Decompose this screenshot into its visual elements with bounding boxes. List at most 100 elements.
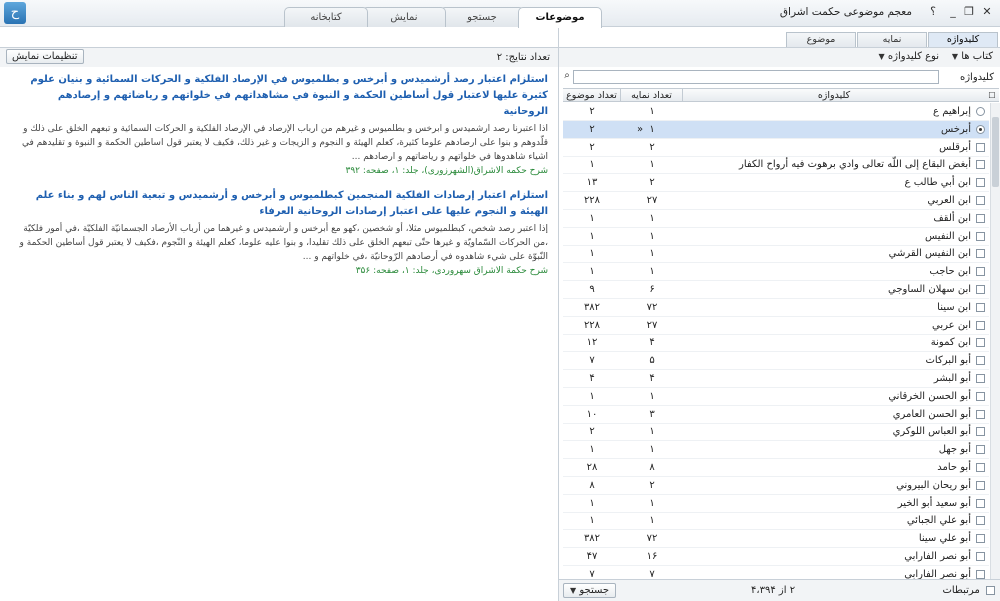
- row-checkbox[interactable]: [976, 391, 985, 401]
- topic-count-cell: ۳۸۲: [583, 301, 601, 313]
- table-row[interactable]: ۸ ۲ أبو ريحان البيروني: [563, 477, 989, 495]
- table-row[interactable]: ۳۸۲ ۷۲ ابن سينا: [563, 299, 989, 317]
- table-row[interactable]: ۴ ۴ أبو البشر: [563, 370, 989, 388]
- row-checkbox[interactable]: [976, 249, 985, 259]
- main-tab[interactable]: جستجو: [440, 7, 524, 27]
- help-icon[interactable]: ؟: [926, 5, 940, 21]
- topic-count-cell: ۱: [589, 248, 595, 260]
- books-label: کتاب ها: [961, 51, 993, 62]
- search-button[interactable]: ▼ جستجو: [563, 583, 617, 598]
- row-checkbox[interactable]: [976, 196, 985, 205]
- keyword-cell: أبو البشر: [933, 373, 971, 384]
- main-tab[interactable]: نمایش: [362, 7, 446, 27]
- row-radio[interactable]: [976, 107, 985, 116]
- keyword-cell: ابن حاجب: [929, 266, 971, 278]
- table-row[interactable]: ۲۸ ۸ أبو حامد: [563, 459, 989, 477]
- row-checkbox[interactable]: [976, 463, 985, 472]
- keyword-cell: أبو جهل: [938, 444, 971, 456]
- table-row[interactable]: ۲ ۱ أبرخس»: [563, 120, 989, 139]
- results-header: [0, 47, 558, 67]
- table-row[interactable]: ۷ ۵ أبو البركات: [563, 352, 989, 371]
- row-checkbox[interactable]: [976, 409, 985, 419]
- row-checkbox[interactable]: [976, 445, 985, 455]
- table-row[interactable]: ۲۲۸ ۲۷ ابن عربي: [563, 317, 989, 335]
- table-row[interactable]: ۱ ۱ أبو سعيد أبو الخير: [563, 495, 989, 513]
- topic-count-cell: ۱: [589, 230, 595, 242]
- expand-arrow-icon[interactable]: »: [637, 121, 643, 139]
- table-row[interactable]: ۱ ۱ ابن ألقف: [563, 210, 989, 228]
- row-checkbox[interactable]: [976, 480, 985, 490]
- topic-count-cell: ۲: [589, 123, 595, 135]
- minimize-button[interactable]: _: [946, 4, 960, 20]
- row-checkbox[interactable]: [976, 374, 985, 383]
- table-row[interactable]: ۲ ۱ إبراهيم ع: [563, 103, 989, 121]
- vertical-scrollbar[interactable]: [990, 103, 1000, 581]
- row-checkbox[interactable]: [976, 285, 985, 294]
- table-row[interactable]: ۱ ۱ أبغض البقاع إلى اللّه تعالی وادي برهوت…: [563, 156, 989, 175]
- topic-count-cell: ۹: [589, 284, 595, 295]
- topic-count-cell: ۱: [589, 515, 595, 527]
- sub-tab[interactable]: کلیدواژه: [928, 32, 998, 47]
- table-row[interactable]: ۲۲۸ ۲۷ ابن العربي: [563, 192, 989, 210]
- main-tab[interactable]: موضوعات: [518, 7, 602, 28]
- row-radio[interactable]: [976, 124, 985, 134]
- keyword-cell: ابن سينا: [937, 301, 971, 313]
- row-checkbox[interactable]: [976, 534, 985, 544]
- row-checkbox[interactable]: [976, 267, 985, 277]
- table-row[interactable]: ۱ ۱ أبو علي الجبائي: [563, 512, 989, 531]
- row-checkbox[interactable]: [976, 498, 985, 508]
- col-index-count[interactable]: تعداد نمایه: [621, 89, 683, 102]
- row-checkbox[interactable]: [976, 552, 985, 561]
- result-title[interactable]: استلزام اعتبار إرصادات الفلكية المنجمين …: [10, 188, 548, 220]
- row-checkbox[interactable]: [976, 569, 985, 579]
- keyword-panel: موضوع نمایه کلیدواژه کتاب ها ▼ نوع کلیدواژ…: [558, 27, 1000, 601]
- related-checkbox[interactable]: مرتبطات: [942, 585, 995, 596]
- result-source[interactable]: شرح حکمة الاشراق سهروردی، جلد: ۱، صفحه: …: [10, 264, 548, 278]
- table-row[interactable]: ۹ ۶ ابن سهلان الساوجي: [563, 281, 989, 299]
- result-source[interactable]: شرح حکمه الاشراق(الشهرزوری)، جلد: ۱، صفح…: [10, 164, 549, 178]
- table-row[interactable]: ۱۲ ۴ ابن كمونة: [563, 334, 989, 353]
- table-row[interactable]: ۱ ۱ ابن النفيس: [563, 228, 989, 246]
- keyword-cell: أبرقلس: [939, 141, 971, 153]
- row-checkbox[interactable]: [976, 231, 985, 241]
- table-row[interactable]: ۱۳ ۲ ابن أبي طالب ع: [563, 174, 989, 193]
- chevron-down-icon: ▼: [951, 52, 959, 61]
- result-title[interactable]: استلزام اعتبار رصد أرشميدس و أبرخس و بطل…: [10, 72, 548, 120]
- keyword-type-dropdown[interactable]: نوع کلیدواژه ▼: [879, 51, 939, 62]
- table-row[interactable]: ۳۸۲ ۷۲ أبو علي سينا: [563, 530, 989, 549]
- col-topic-count[interactable]: تعداد موضوع: [563, 89, 621, 102]
- keyword-search-input[interactable]: [573, 70, 939, 84]
- table-row[interactable]: ۱۰ ۳ أبو الحسن العامري: [563, 406, 989, 424]
- row-checkbox[interactable]: [976, 338, 985, 348]
- row-checkbox[interactable]: [976, 160, 985, 170]
- books-dropdown[interactable]: کتاب ها ▼: [952, 51, 993, 62]
- table-row[interactable]: ۱ ۱ أبو الحسن الخرقاني: [563, 388, 989, 406]
- table-row[interactable]: ۱ ۱ أبو جهل: [563, 441, 989, 460]
- col-keyword[interactable]: کلیدواژه: [683, 89, 985, 102]
- table-row[interactable]: ۴۷ ۱۶ أبو نصر الفارابي: [563, 548, 989, 566]
- table-row[interactable]: ۱ ۱ ابن النفيس القرشي: [563, 245, 989, 264]
- keyword-grid-header: تعداد موضوع تعداد نمایه کلیدواژه ☐: [563, 88, 999, 102]
- row-checkbox[interactable]: [976, 427, 985, 437]
- row-checkbox[interactable]: [976, 302, 985, 312]
- keyword-cell: ابن سهلان الساوجي: [888, 284, 971, 295]
- row-checkbox[interactable]: [976, 320, 985, 330]
- scrollbar-thumb[interactable]: [992, 117, 999, 187]
- sub-tab[interactable]: موضوع: [786, 32, 856, 47]
- restore-button[interactable]: ❐: [962, 4, 976, 20]
- keyword-cell: أبو علي سينا: [918, 533, 971, 545]
- main-tab[interactable]: کتابخانه: [284, 7, 368, 27]
- row-checkbox[interactable]: [976, 516, 985, 526]
- row-checkbox[interactable]: [976, 178, 985, 188]
- header-checkbox[interactable]: ☐: [985, 89, 999, 102]
- row-checkbox[interactable]: [976, 356, 985, 366]
- table-row[interactable]: ۱ ۱ ابن حاجب: [563, 263, 989, 282]
- sub-tab[interactable]: نمایه: [857, 32, 927, 47]
- row-checkbox[interactable]: [976, 213, 985, 223]
- display-settings-button[interactable]: تنظیمات نمایش: [6, 49, 84, 64]
- table-row[interactable]: ۲ ۲ أبرقلس: [563, 139, 989, 157]
- row-checkbox[interactable]: [976, 142, 985, 152]
- search-icon[interactable]: ⌕: [561, 70, 573, 84]
- table-row[interactable]: ۲ ۱ أبو العباس اللوكري: [563, 423, 989, 442]
- close-button[interactable]: ✕: [980, 4, 994, 20]
